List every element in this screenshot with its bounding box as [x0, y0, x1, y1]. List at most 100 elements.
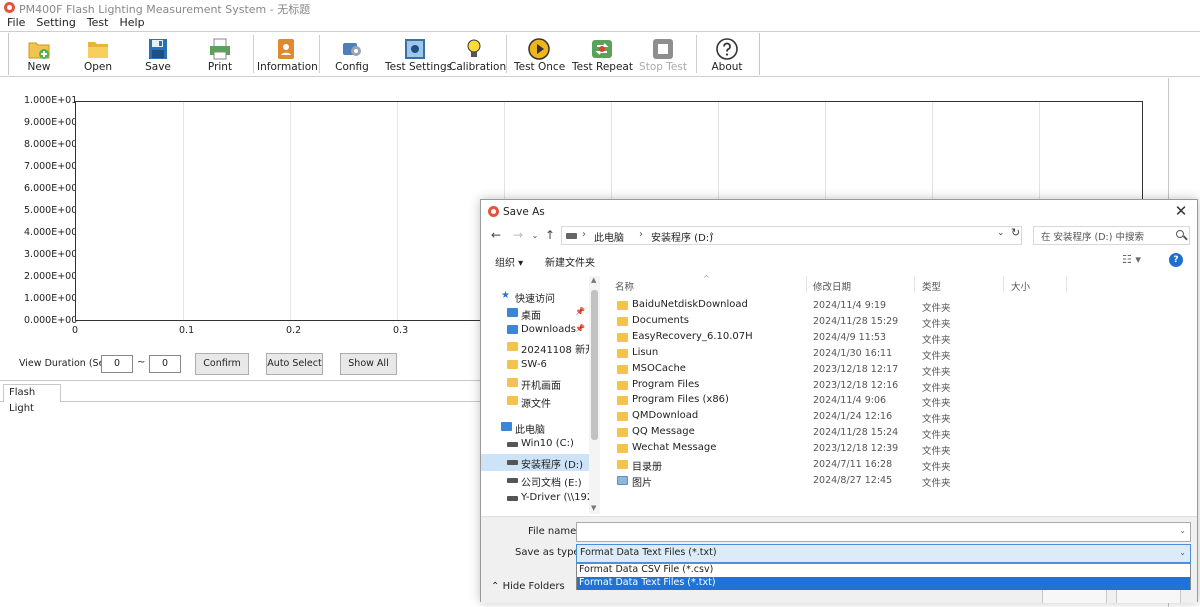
test-once-button[interactable]: Test Once [514, 33, 565, 75]
nav-item[interactable]: 开机画面 [481, 375, 589, 392]
forward-arrow-icon[interactable]: → [511, 228, 525, 242]
nav-item[interactable]: SW-6 [481, 357, 589, 374]
file-row[interactable]: QQ Message 2024/11/28 15:24 文件夹 [603, 425, 1197, 441]
up-arrow-icon[interactable]: ↑ [543, 228, 557, 242]
config-label: Config [335, 61, 369, 73]
information-button[interactable]: Information [257, 33, 318, 75]
save-type-select[interactable]: Format Data Text Files (*.txt) ⌄ [576, 544, 1191, 563]
y-tick-label: 3.000E+00 [24, 249, 78, 260]
help-icon[interactable]: ? [1169, 253, 1183, 267]
nav-item[interactable]: 安装程序 (D:) [481, 454, 589, 471]
test-repeat-label: Test Repeat [572, 61, 633, 73]
file-type: 文件夹 [922, 430, 951, 442]
search-input[interactable]: 在 安装程序 (D:) 中搜索 [1033, 226, 1190, 245]
save-dialog-button[interactable] [1042, 589, 1107, 603]
file-row[interactable]: Documents 2024/11/28 15:29 文件夹 [603, 314, 1197, 330]
new-folder-button[interactable]: 新建文件夹 [545, 254, 595, 269]
scroll-up-icon[interactable]: ▲ [591, 276, 596, 284]
hide-folders-button[interactable]: ⌃ Hide Folders [491, 581, 565, 592]
open-label: Open [83, 61, 113, 73]
floppy-disk-icon [149, 39, 167, 59]
file-row[interactable]: 图片 2024/8/27 12:45 文件夹 [603, 473, 1197, 489]
folder-icon [507, 396, 518, 405]
dialog-title-bar: Save As ✕ [481, 200, 1197, 224]
back-arrow-icon[interactable]: ← [489, 228, 503, 242]
file-row[interactable]: EasyRecovery_6.10.07H 2024/4/9 11:53 文件夹 [603, 330, 1197, 346]
nav-item[interactable]: 公司文档 (E:) [481, 472, 589, 489]
view-from-input[interactable]: 0 [101, 355, 133, 373]
print-button[interactable]: Print [195, 33, 245, 75]
stop-test-button[interactable]: Stop Test [638, 33, 688, 75]
confirm-button[interactable]: Confirm [195, 353, 249, 375]
grid-line [397, 102, 398, 320]
open-button[interactable]: Open [73, 33, 123, 75]
file-name: 图片 [632, 477, 652, 489]
chevron-down-icon[interactable]: ⌄ [1179, 548, 1186, 557]
column-name[interactable]: 名称 [615, 279, 634, 293]
view-to-input[interactable]: 0 [149, 355, 181, 373]
menu-test[interactable]: Test [80, 15, 113, 31]
nav-item[interactable]: 源文件 [481, 393, 589, 410]
test-repeat-button[interactable]: Test Repeat [572, 33, 633, 75]
toolbar-separator [319, 35, 320, 73]
nav-item[interactable]: ★ 快速访问 [481, 288, 589, 306]
organize-button[interactable]: 组织 ▾ [495, 254, 523, 269]
search-icon [1176, 230, 1184, 238]
computer-icon [501, 422, 512, 431]
scroll-thumb[interactable] [591, 290, 598, 440]
column-date[interactable]: 修改日期 [813, 279, 851, 293]
file-name-input[interactable]: ⌄ [576, 522, 1191, 542]
column-divider [806, 276, 807, 293]
address-bar[interactable]: › 此电脑 › 安装程序 (D:) › [561, 226, 1022, 245]
y-tick-label: 1.000E+01 [24, 95, 78, 106]
nav-scrollbar[interactable]: ▲ ▼ [589, 276, 600, 514]
close-icon[interactable]: ✕ [1173, 203, 1189, 219]
tab-flash-light[interactable]: Flash Light [3, 384, 61, 414]
file-row[interactable]: BaiduNetdiskDownload 2024/11/4 9:19 文件夹 [603, 298, 1197, 314]
nav-item-label: 桌面 [521, 311, 541, 322]
refresh-icon[interactable]: ↻ [1011, 226, 1020, 239]
view-options-icon[interactable]: ☷ ▾ [1122, 253, 1141, 266]
chevron-down-icon[interactable]: ⌄ [1179, 526, 1186, 535]
y-tick-label: 4.000E+00 [24, 227, 78, 238]
nav-item[interactable]: 桌面 📌 [481, 305, 589, 322]
file-row[interactable]: Wechat Message 2023/12/18 12:39 文件夹 [603, 441, 1197, 457]
nav-item[interactable]: Y-Driver (\\192 [481, 490, 589, 507]
recent-chevron-icon[interactable]: ⌄ [528, 231, 542, 240]
auto-select-button[interactable]: Auto Select [266, 353, 323, 375]
file-row[interactable]: Program Files (x86) 2024/11/4 9:06 文件夹 [603, 393, 1197, 409]
file-row[interactable]: Program Files 2023/12/18 12:16 文件夹 [603, 378, 1197, 394]
file-row[interactable]: QMDownload 2024/1/24 12:16 文件夹 [603, 409, 1197, 425]
type-option-txt[interactable]: Format Data Text Files (*.txt) [577, 577, 1190, 590]
show-all-button[interactable]: Show All [340, 353, 397, 375]
breadcrumb-this-pc[interactable]: 此电脑 [594, 229, 624, 244]
new-button[interactable]: New [14, 33, 64, 75]
calibration-button[interactable]: Calibration [449, 33, 506, 75]
nav-item[interactable]: Win10 (C:) [481, 436, 589, 453]
about-button[interactable]: About [702, 33, 752, 75]
menu-help[interactable]: Help [112, 15, 148, 31]
config-button[interactable]: Config [327, 33, 377, 75]
address-dropdown-icon[interactable]: ⌄ [997, 228, 1005, 238]
menu-setting[interactable]: Setting [29, 15, 79, 31]
cancel-dialog-button[interactable] [1116, 589, 1181, 603]
nav-item[interactable]: 此电脑 [481, 419, 589, 436]
column-size[interactable]: 大小 [1011, 279, 1030, 293]
network-drive-icon [507, 496, 518, 501]
scroll-down-icon[interactable]: ▼ [591, 504, 596, 512]
nav-item[interactable]: Downloads 📌 [481, 322, 589, 339]
file-row[interactable]: 目录册 2024/7/11 16:28 文件夹 [603, 457, 1197, 473]
save-button[interactable]: Save [133, 33, 183, 75]
breadcrumb-drive-d[interactable]: 安装程序 (D:) [651, 229, 713, 244]
column-type[interactable]: 类型 [922, 279, 941, 293]
question-circle-icon [716, 38, 738, 60]
type-option-csv[interactable]: Format Data CSV File (*.csv) [577, 564, 1190, 577]
dialog-title: Save As [503, 206, 545, 218]
nav-item[interactable]: 20241108 新开: [481, 339, 589, 356]
column-divider [914, 276, 915, 293]
file-row[interactable]: MSOCache 2023/12/18 12:17 文件夹 [603, 362, 1197, 378]
file-row[interactable]: Lisun 2024/1/30 16:11 文件夹 [603, 346, 1197, 362]
y-tick-label: 5.000E+00 [24, 205, 78, 216]
test-settings-button[interactable]: Test Settings [385, 33, 452, 75]
menu-file[interactable]: File [0, 15, 29, 31]
